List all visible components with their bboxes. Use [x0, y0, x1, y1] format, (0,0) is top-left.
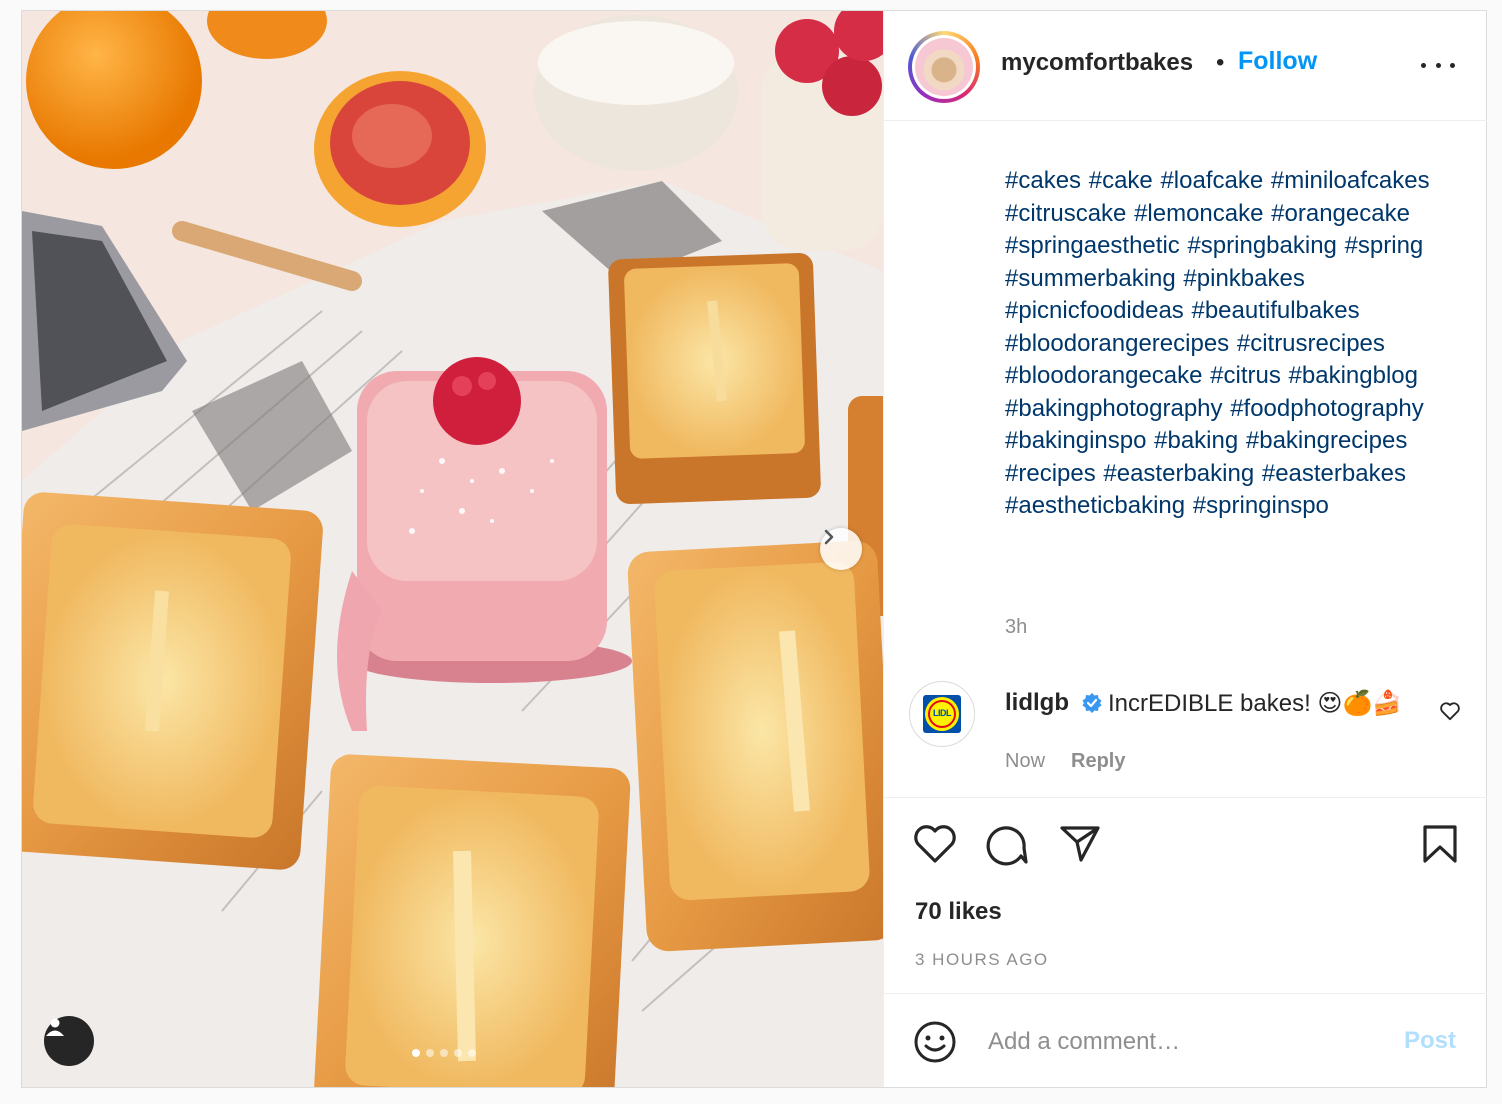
hashtag-link[interactable]: #easterbakes [1262, 460, 1406, 487]
hashtag-link[interactable]: #bloodorangerecipes [1005, 330, 1229, 357]
hashtag-link[interactable]: #loafcake [1160, 167, 1263, 194]
caption-timestamp: 3h [1005, 616, 1028, 638]
hashtag-link[interactable]: #bakinginspo [1005, 427, 1146, 454]
avatar-border [912, 35, 976, 99]
hashtag-link[interactable]: #bakingrecipes [1246, 427, 1407, 454]
more-options-icon[interactable] [1421, 53, 1455, 77]
comment-timestamp: Now [1005, 750, 1046, 772]
post-actions: 70 likes 3 HOURS AGO [884, 797, 1487, 993]
hashtag-link[interactable]: #spring [1345, 232, 1424, 259]
post-header: mycomfortbakes • Follow [884, 11, 1487, 121]
hashtag-link[interactable]: #bloodorangecake [1005, 362, 1203, 389]
add-comment-bar: Post [884, 993, 1487, 1087]
hashtag-link[interactable]: #springaesthetic [1005, 232, 1180, 259]
post-image[interactable] [22, 11, 883, 1087]
follow-button[interactable]: Follow [1238, 47, 1317, 76]
carousel-dot [426, 1049, 434, 1057]
logo-text: LIDL [933, 708, 952, 718]
hashtag-link[interactable]: #bakingphotography [1005, 395, 1223, 422]
comment-like-heart-icon[interactable] [1439, 701, 1461, 721]
hashtag-link[interactable]: #aestheticbaking [1005, 492, 1185, 519]
more-dot [1421, 62, 1426, 68]
post-card: mycomfortbakes • Follow #cakes #cake #lo… [21, 10, 1487, 1088]
emoji-icon[interactable] [913, 1020, 957, 1064]
hashtag-link[interactable]: #miniloafcakes [1271, 167, 1430, 194]
hashtag-link[interactable]: #beautifulbakes [1191, 297, 1359, 324]
posted-time[interactable]: 3 HOURS AGO [915, 950, 1049, 970]
hashtag-link[interactable]: #summerbaking [1005, 265, 1176, 292]
hashtag-link[interactable]: #citruscake [1005, 200, 1126, 227]
user-tag-icon [46, 1018, 64, 1036]
chevron-right-icon [824, 529, 834, 545]
hashtag-link[interactable]: #springbaking [1187, 232, 1336, 259]
carousel-indicator [412, 1049, 476, 1057]
hashtag-link[interactable]: #cakes [1005, 167, 1081, 194]
avatar-image [915, 38, 973, 96]
hashtag-link[interactable]: #easterbaking [1103, 460, 1254, 487]
post-comment-button[interactable]: Post [1404, 1027, 1456, 1055]
hashtag-link[interactable]: #citrusrecipes [1237, 330, 1385, 357]
caption-hashtags: #cakes #cake #loafcake #miniloafcakes #c… [1005, 165, 1475, 523]
hashtag-link[interactable]: #orangecake [1271, 200, 1410, 227]
carousel-dot [440, 1049, 448, 1057]
hashtag-link[interactable]: #foodphotography [1230, 395, 1424, 422]
carousel-next-button[interactable] [820, 528, 862, 570]
hashtag-link[interactable]: #recipes [1005, 460, 1096, 487]
comment-text: IncrEDIBLE bakes! 😍🍊🍰 [1108, 690, 1403, 717]
carousel-dot [454, 1049, 462, 1057]
hashtag-link[interactable]: #citrus [1210, 362, 1281, 389]
heart-icon[interactable] [913, 824, 957, 864]
lidl-logo: LIDL [923, 695, 961, 733]
share-icon[interactable] [1059, 824, 1101, 864]
commenter-avatar[interactable]: LIDL [909, 681, 975, 747]
post-sidebar: mycomfortbakes • Follow #cakes #cake #lo… [883, 11, 1487, 1087]
hashtag-link[interactable]: #lemoncake [1134, 200, 1263, 227]
comment-input[interactable] [986, 1024, 1390, 1060]
hashtag-link[interactable]: #pinkbakes [1183, 265, 1304, 292]
author-avatar[interactable] [908, 31, 980, 103]
carousel-dot [412, 1049, 420, 1057]
hashtag-link[interactable]: #bakingblog [1289, 362, 1418, 389]
header-separator: • [1216, 49, 1225, 76]
comment-icon[interactable] [985, 824, 1029, 866]
hashtag-link[interactable]: #picnicfoodideas [1005, 297, 1184, 324]
reply-button[interactable]: Reply [1071, 750, 1125, 773]
hashtag-link[interactable]: #baking [1154, 427, 1238, 454]
bookmark-icon[interactable] [1422, 824, 1458, 864]
comments-section[interactable]: #cakes #cake #loafcake #miniloafcakes #c… [884, 121, 1487, 797]
likes-count[interactable]: 70 likes [915, 898, 1002, 926]
hashtag-link[interactable]: #springinspo [1193, 492, 1329, 519]
hashtag-link[interactable]: #cake [1089, 167, 1153, 194]
carousel-dot [468, 1049, 476, 1057]
commenter-username[interactable]: lidlgb [1005, 689, 1069, 717]
verified-badge-icon [1082, 693, 1102, 713]
more-dot [1435, 62, 1441, 68]
post-photo [22, 11, 883, 1087]
author-username[interactable]: mycomfortbakes [1001, 49, 1193, 77]
tagged-users-button[interactable] [44, 1016, 94, 1066]
more-dot [1450, 62, 1455, 68]
